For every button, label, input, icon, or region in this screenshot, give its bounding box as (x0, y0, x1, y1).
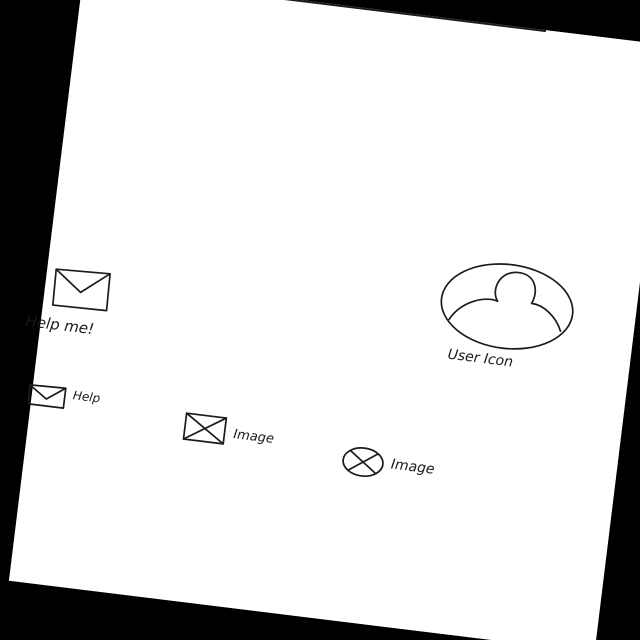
image-circle-placeholder-icon[interactable] (340, 445, 385, 480)
nav-image-label[interactable]: Image (390, 457, 435, 478)
user-avatar-icon[interactable] (434, 254, 580, 360)
nav-help-label[interactable]: Help (72, 388, 101, 405)
screenshot-frame: Help me! User Icon Help Image Image (0, 0, 640, 640)
wireframe-sketch: Help me! User Icon Help Image Image (8, 0, 640, 640)
help-me-label[interactable]: Help me! (25, 312, 96, 338)
image-placeholder-icon[interactable] (182, 412, 228, 445)
envelope-icon[interactable] (27, 383, 67, 409)
nav-image-label[interactable]: Image (232, 427, 274, 447)
divider (83, 0, 547, 33)
envelope-icon[interactable] (50, 266, 112, 313)
